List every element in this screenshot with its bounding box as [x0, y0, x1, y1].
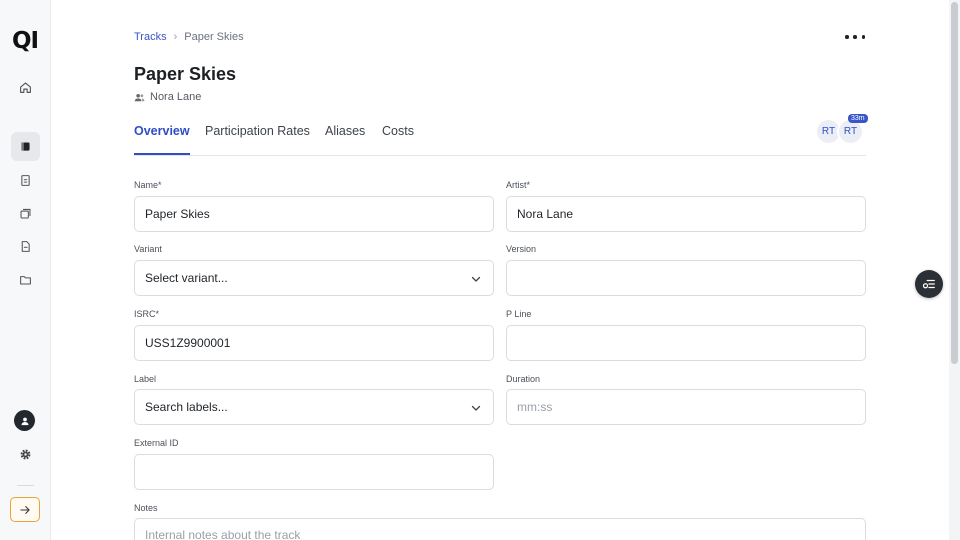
- isrc-field[interactable]: USS1Z9900001: [134, 325, 494, 361]
- tab-participation-rates[interactable]: Participation Rates: [205, 124, 310, 155]
- tab-aliases[interactable]: Aliases: [325, 124, 365, 155]
- duration-field[interactable]: mm:ss: [506, 389, 866, 425]
- tracks-icon: [21, 142, 30, 151]
- more-dots-icon: [845, 35, 849, 39]
- variant-select-value: Select variant...: [145, 271, 228, 285]
- user-avatar[interactable]: [14, 410, 35, 431]
- tab-bar: Overview Participation Rates Aliases Cos…: [134, 124, 866, 156]
- breadcrumb-current: Paper Skies: [184, 31, 244, 43]
- sidebar: QI: [0, 0, 51, 540]
- presence-avatars: RT RT 33m: [815, 114, 868, 146]
- external-id-field[interactable]: [134, 454, 494, 490]
- activity-panel-button[interactable]: [915, 270, 943, 298]
- file-icon: [21, 241, 30, 252]
- document-icon: [21, 175, 30, 186]
- version-label: Version: [506, 244, 537, 254]
- collapse-sidebar-button[interactable]: [10, 497, 40, 522]
- scrollbar-thumb[interactable]: [951, 2, 958, 364]
- notes-label: Notes: [134, 503, 158, 513]
- more-options-button[interactable]: [842, 30, 868, 44]
- app-logo: QI: [12, 28, 39, 54]
- duration-label: Duration: [506, 374, 541, 384]
- home-icon: [20, 82, 31, 93]
- artist-line: Nora Lane: [134, 91, 201, 103]
- chevron-down-icon: [471, 276, 481, 282]
- name-field[interactable]: Paper Skies: [134, 196, 494, 232]
- settings-button[interactable]: [11, 440, 40, 469]
- pline-field[interactable]: [506, 325, 866, 361]
- variant-select[interactable]: Select variant...: [134, 260, 494, 296]
- breadcrumb-tracks-link[interactable]: Tracks: [134, 31, 167, 43]
- artist-label: Artist*: [506, 180, 531, 190]
- list-toggle-icon: [922, 279, 935, 289]
- notes-textarea[interactable]: Internal notes about the track: [134, 518, 866, 540]
- variant-label: Variant: [134, 244, 162, 254]
- tab-costs[interactable]: Costs: [382, 124, 414, 155]
- artist-field[interactable]: Nora Lane: [506, 196, 866, 232]
- sidebar-divider: [17, 485, 34, 486]
- tab-overview[interactable]: Overview: [134, 124, 190, 155]
- chevron-down-icon: [471, 405, 481, 411]
- breadcrumb: Tracks › Paper Skies: [134, 31, 244, 43]
- nav-files[interactable]: [11, 232, 40, 261]
- nav-home[interactable]: [11, 73, 40, 102]
- pline-label: P Line: [506, 309, 532, 319]
- folder-icon: [20, 276, 31, 285]
- name-label: Name*: [134, 180, 162, 190]
- external-id-label: External ID: [134, 438, 179, 448]
- stack-icon: [20, 208, 31, 219]
- label-select[interactable]: Search labels...: [134, 389, 494, 425]
- label-select-value: Search labels...: [145, 400, 228, 414]
- collapse-arrow-icon: [20, 505, 30, 514]
- version-field[interactable]: [506, 260, 866, 296]
- gear-icon: [20, 449, 31, 460]
- nav-folders[interactable]: [11, 265, 40, 294]
- isrc-label: ISRC*: [134, 309, 160, 319]
- people-icon: [134, 93, 145, 101]
- user-icon: [21, 417, 28, 425]
- breadcrumb-separator: ›: [173, 31, 178, 43]
- artist-name: Nora Lane: [150, 91, 202, 103]
- label-label: Label: [134, 374, 157, 384]
- nav-tracks[interactable]: [11, 132, 40, 161]
- nav-documents[interactable]: [11, 166, 40, 195]
- presence-time-badge: 33m: [848, 114, 868, 123]
- nav-stack[interactable]: [11, 199, 40, 228]
- page-title: Paper Skies: [134, 64, 237, 84]
